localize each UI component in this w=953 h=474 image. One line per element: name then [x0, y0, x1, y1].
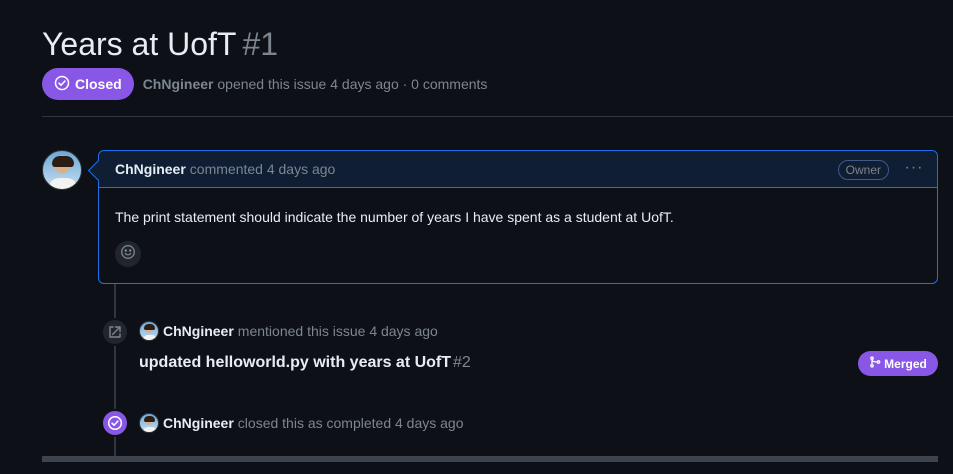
- issue-state-label: Closed: [75, 76, 122, 92]
- mention-author-avatar[interactable]: [139, 321, 159, 341]
- comment-timestamp[interactable]: commented 4 days ago: [190, 161, 336, 177]
- issue-author-link[interactable]: ChNgineer: [143, 76, 214, 92]
- comment-author-link[interactable]: ChNgineer: [115, 161, 186, 177]
- pr-number[interactable]: #2: [453, 354, 471, 371]
- issue-meta: Closed ChNgineer opened this issue 4 day…: [42, 68, 487, 100]
- closer-author-link[interactable]: ChNgineer: [163, 415, 234, 431]
- closed-event-icon: [101, 409, 129, 437]
- mention-author-link[interactable]: ChNgineer: [163, 323, 234, 339]
- header-divider: [42, 116, 953, 117]
- comment-body: The print statement should indicate the …: [115, 209, 674, 225]
- issue-title: Years at UofT #1: [42, 24, 278, 64]
- pull-request-link[interactable]: updated helloworld.py with years at UofT…: [139, 352, 471, 374]
- merged-badge: Merged: [858, 351, 938, 376]
- bottom-divider: [42, 456, 938, 462]
- issue-meta-text: ChNgineer opened this issue 4 days ago ·…: [143, 76, 488, 92]
- add-reaction-button[interactable]: [115, 241, 141, 267]
- git-merge-icon: [869, 356, 881, 371]
- closed-text: closed this as completed 4 days ago: [237, 415, 464, 431]
- owner-badge: Owner: [837, 160, 889, 180]
- issue-state-badge: Closed: [42, 68, 134, 100]
- pr-title[interactable]: updated helloworld.py with years at UofT: [139, 354, 451, 371]
- issue-title-text: Years at UofT: [42, 26, 237, 62]
- cross-reference-icon: [101, 318, 129, 346]
- comment-options-icon[interactable]: ···: [903, 159, 925, 179]
- check-circle-icon: [54, 75, 70, 94]
- merged-label: Merged: [884, 356, 927, 371]
- closer-avatar[interactable]: [139, 413, 159, 433]
- issue-comment: ChNgineer commented 4 days ago Owner ···…: [98, 150, 938, 284]
- comment-author-avatar[interactable]: [42, 150, 82, 190]
- comment-header: ChNgineer commented 4 days ago Owner ···: [99, 151, 937, 188]
- smiley-icon: [120, 244, 136, 265]
- issue-number: #1: [242, 26, 279, 62]
- timeline-closed-event: ChNgineer closed this as completed 4 day…: [139, 413, 464, 433]
- issue-opened-text: opened this issue 4 days ago · 0 comment…: [217, 76, 488, 92]
- mention-text: mentioned this issue 4 days ago: [237, 323, 438, 339]
- timeline-mention-event: ChNgineer mentioned this issue 4 days ag…: [139, 321, 438, 341]
